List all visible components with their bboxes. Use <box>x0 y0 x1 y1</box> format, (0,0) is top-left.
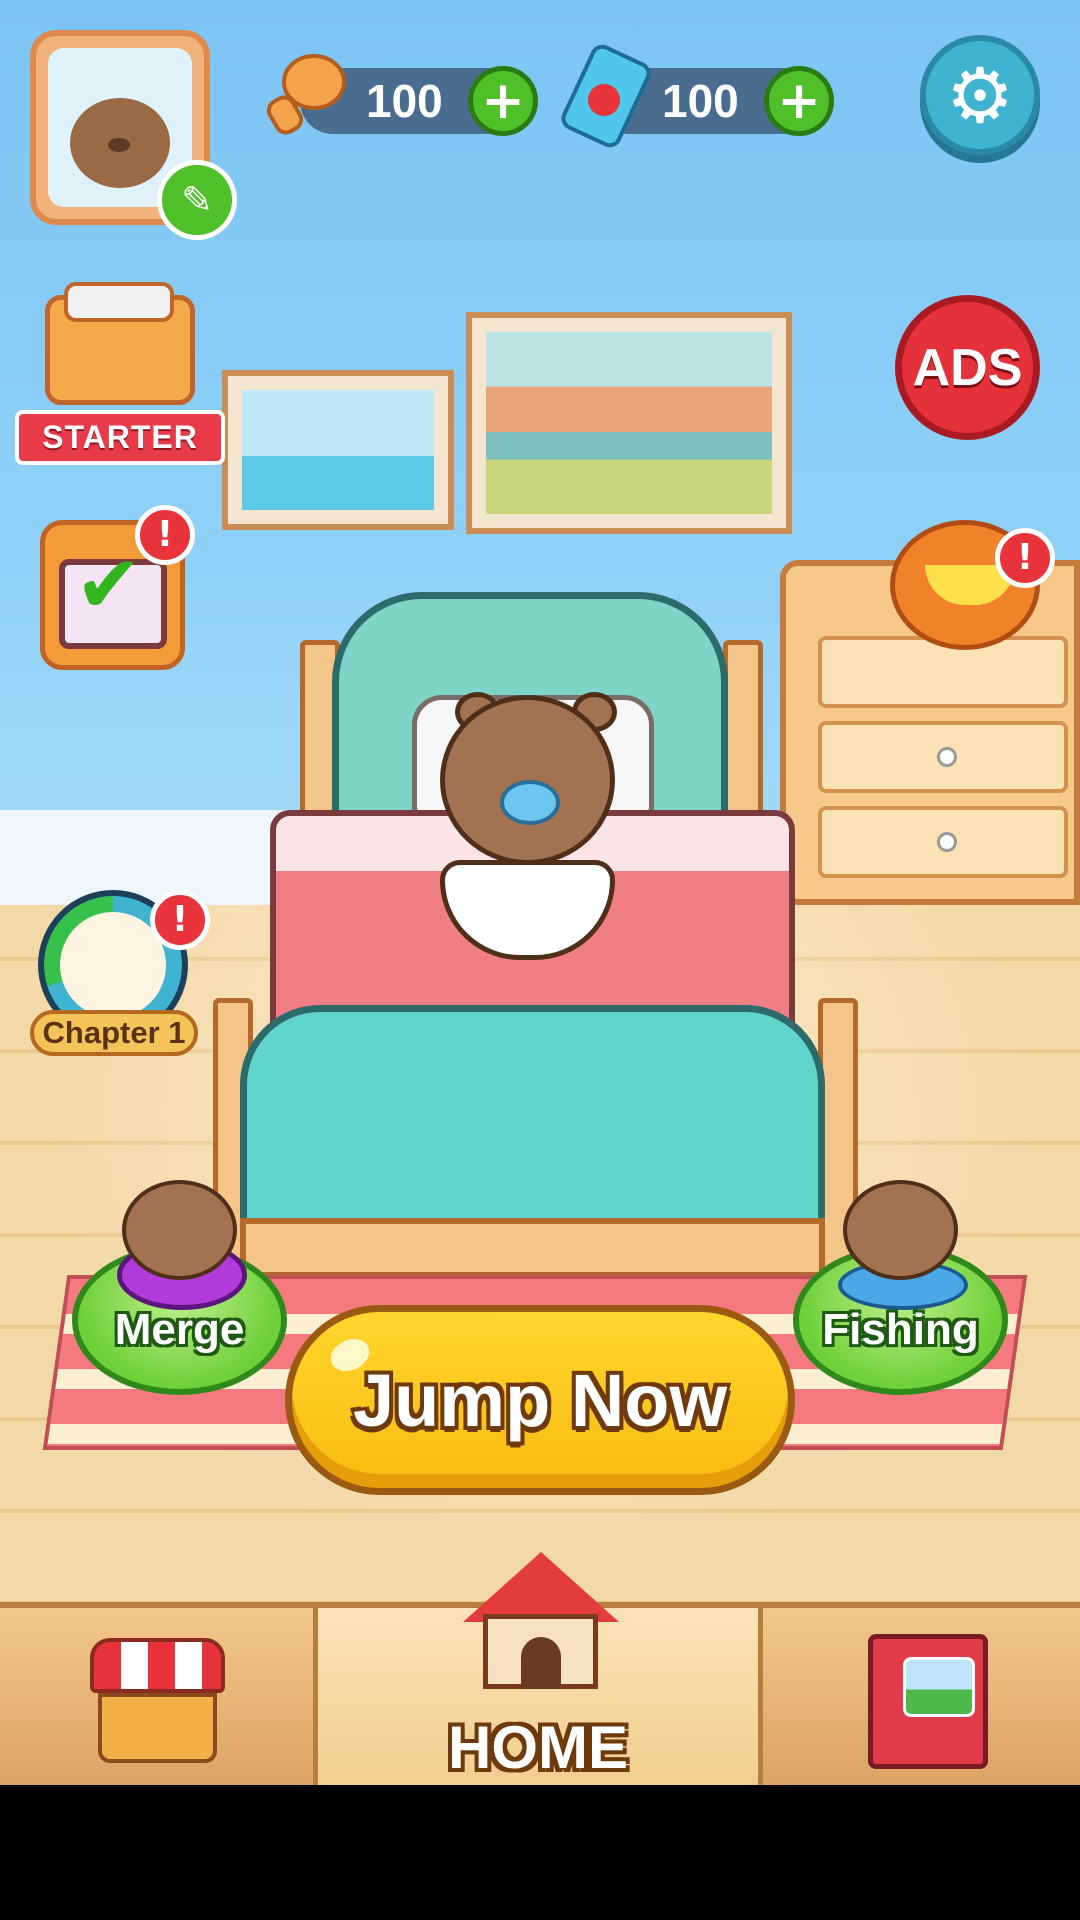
checkmark-icon: ✔ <box>75 538 143 631</box>
pacifier <box>500 780 560 825</box>
game-scene: ! ✎ 100 + 100 + ⚙ STARTER ✔ ! Chapter 1 … <box>0 0 1080 1785</box>
fishing-button[interactable]: Fishing <box>793 1180 1008 1395</box>
shop-awning <box>90 1638 225 1693</box>
treasure-chest-icon <box>45 282 195 405</box>
shop-box <box>98 1693 217 1763</box>
ticket-icon <box>561 44 651 148</box>
jump-now-button[interactable]: Jump Now <box>285 1305 795 1495</box>
chest-lid <box>64 282 174 322</box>
bottom-nav: HOME <box>0 1552 1080 1785</box>
house-door <box>521 1637 561 1689</box>
dresser-middle-drawer <box>818 721 1068 793</box>
edit-icon: ✎ <box>181 178 213 222</box>
starter-pack-button[interactable]: STARTER <box>15 282 225 470</box>
capybara-avatar-face <box>70 98 170 188</box>
chapter-label: Chapter 1 <box>30 1010 198 1056</box>
home-label: HOME <box>448 1714 628 1781</box>
checkin-alert-badge: ! <box>135 505 195 565</box>
drawer-knob <box>937 832 957 852</box>
landscape-painting <box>486 332 772 514</box>
bed-blanket <box>240 1005 825 1235</box>
duck-painting <box>242 390 434 510</box>
bottom-black-bar <box>0 1785 1080 1920</box>
duck-picture-frame <box>222 370 454 530</box>
fishing-label: Fishing <box>822 1305 979 1354</box>
nav-home[interactable]: HOME <box>318 1552 763 1785</box>
pumpkin-alert-badge: ! <box>995 528 1055 588</box>
landscape-picture-frame <box>466 312 792 534</box>
jump-now-label: Jump Now <box>352 1358 728 1442</box>
add-hammer-button[interactable]: + <box>468 66 538 136</box>
dresser-bottom-drawer <box>818 806 1068 878</box>
capybara-mascot-icon <box>122 1180 237 1280</box>
nav-album[interactable] <box>763 1608 1080 1785</box>
hammer-icon <box>266 54 346 135</box>
starter-label: STARTER <box>15 410 225 465</box>
capybara-mascot-icon <box>843 1180 958 1280</box>
baby-capybara[interactable] <box>440 695 615 865</box>
house-roof <box>463 1552 619 1622</box>
drawer-knob <box>937 747 957 767</box>
ticket-count: 100 <box>662 75 739 127</box>
settings-button[interactable]: ⚙ <box>920 35 1040 155</box>
bed-base <box>240 1218 825 1278</box>
merge-label: Merge <box>114 1305 245 1354</box>
add-ticket-button[interactable]: + <box>764 66 834 136</box>
edit-profile-button[interactable]: ✎ <box>157 160 237 240</box>
hammer-count: 100 <box>366 75 443 127</box>
merge-button[interactable]: Merge <box>72 1180 287 1395</box>
nav-shop[interactable] <box>0 1608 318 1785</box>
gear-icon: ⚙ <box>945 50 1015 140</box>
album-picture <box>903 1657 975 1717</box>
photo-album-icon <box>868 1634 988 1769</box>
shop-icon <box>90 1638 225 1768</box>
chapter-alert-badge: ! <box>150 890 210 950</box>
ads-label: ADS <box>912 338 1023 397</box>
remove-ads-button[interactable]: ADS <box>895 295 1040 440</box>
house-icon <box>463 1552 619 1692</box>
